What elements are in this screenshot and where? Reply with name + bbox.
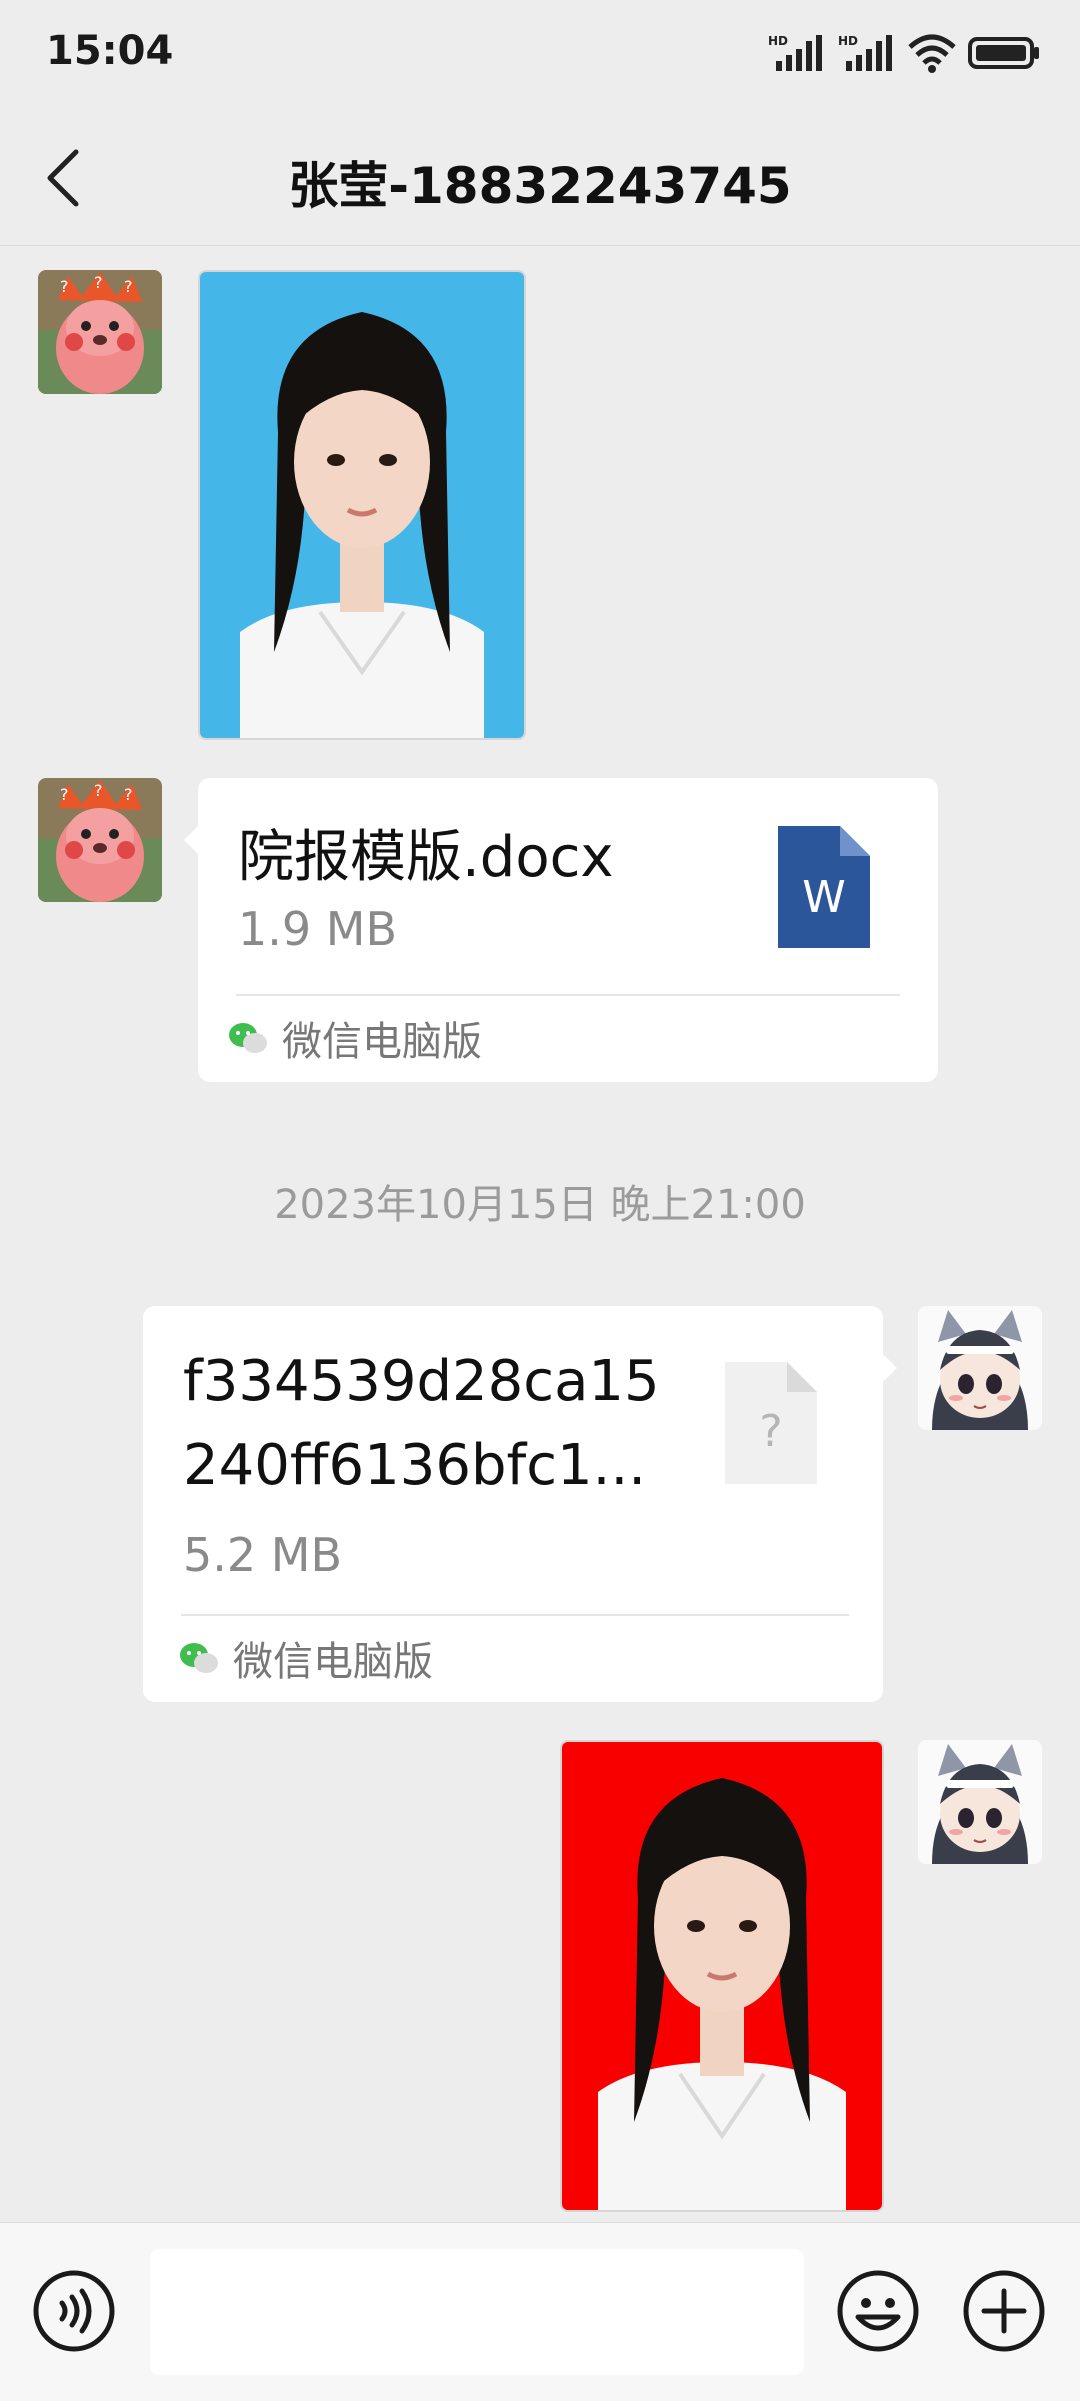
file-message-docx[interactable]: 院报模版.docx 1.9 MB W 微信电脑版	[184, 778, 938, 1082]
file-source: 微信电脑版	[228, 1010, 482, 1066]
input-bar	[0, 2222, 1080, 2401]
file-source-label: 微信电脑版	[233, 1639, 433, 1685]
svg-text:?: ?	[60, 277, 69, 296]
svg-text:?: ?	[759, 1406, 782, 1457]
status-icons: HD HD	[768, 28, 1040, 78]
wechat-icon	[180, 1643, 218, 1673]
file-message-unknown[interactable]: f334539d28ca15 240ff6136bfc1... 5.2 MB ?…	[143, 1306, 897, 1702]
chat-title: 张莹-18832243745	[288, 157, 792, 215]
svg-text:?: ?	[94, 273, 103, 292]
file-source: 微信电脑版	[179, 1630, 433, 1686]
sent-photo[interactable]	[560, 1740, 884, 2212]
word-file-icon: W	[778, 826, 870, 948]
contact-avatar[interactable]: ? ? ?	[38, 778, 162, 902]
file-size: 5.2 MB	[183, 1528, 343, 1582]
battery-icon	[968, 37, 1039, 69]
svg-text:?: ?	[60, 785, 69, 804]
file-source-label: 微信电脑版	[282, 1019, 482, 1065]
message-input[interactable]	[150, 2249, 804, 2375]
svg-text:HD: HD	[768, 34, 788, 48]
file-name: 院报模版.docx	[238, 825, 614, 890]
my-avatar[interactable]	[918, 1740, 1042, 1864]
svg-text:HD: HD	[838, 34, 858, 48]
my-avatar[interactable]	[918, 1306, 1042, 1430]
file-divider	[236, 994, 900, 996]
contact-avatar[interactable]: ? ? ?	[38, 270, 162, 394]
plus-button[interactable]	[962, 2269, 1046, 2353]
voice-icon	[33, 2270, 115, 2352]
emoji-button[interactable]	[836, 2269, 920, 2353]
file-name-line1: f334539d28ca15	[183, 1349, 660, 1414]
emoji-icon	[837, 2270, 919, 2352]
received-photo[interactable]	[198, 270, 526, 740]
status-bar: 15:04 HD HD	[0, 0, 1080, 110]
svg-text:?: ?	[124, 785, 133, 804]
chat-header: 张莹-18832243745	[0, 110, 1080, 246]
svg-text:?: ?	[94, 781, 103, 800]
file-name-line2: 240ff6136bfc1...	[183, 1433, 647, 1498]
plus-icon	[963, 2270, 1045, 2352]
file-size: 1.9 MB	[238, 902, 398, 956]
svg-text:W: W	[802, 872, 846, 923]
message-timestamp: 2023年10月15日 晚上21:00	[274, 1182, 806, 1228]
wifi-icon	[908, 34, 956, 73]
file-divider	[181, 1614, 849, 1616]
signal-hd-icon: HD	[768, 34, 822, 71]
signal-hd-icon: HD	[838, 34, 892, 71]
wechat-icon	[229, 1023, 267, 1053]
status-time: 15:04	[46, 28, 174, 74]
voice-button[interactable]	[32, 2269, 116, 2353]
svg-text:?: ?	[124, 277, 133, 296]
unknown-file-icon: ?	[725, 1362, 817, 1484]
